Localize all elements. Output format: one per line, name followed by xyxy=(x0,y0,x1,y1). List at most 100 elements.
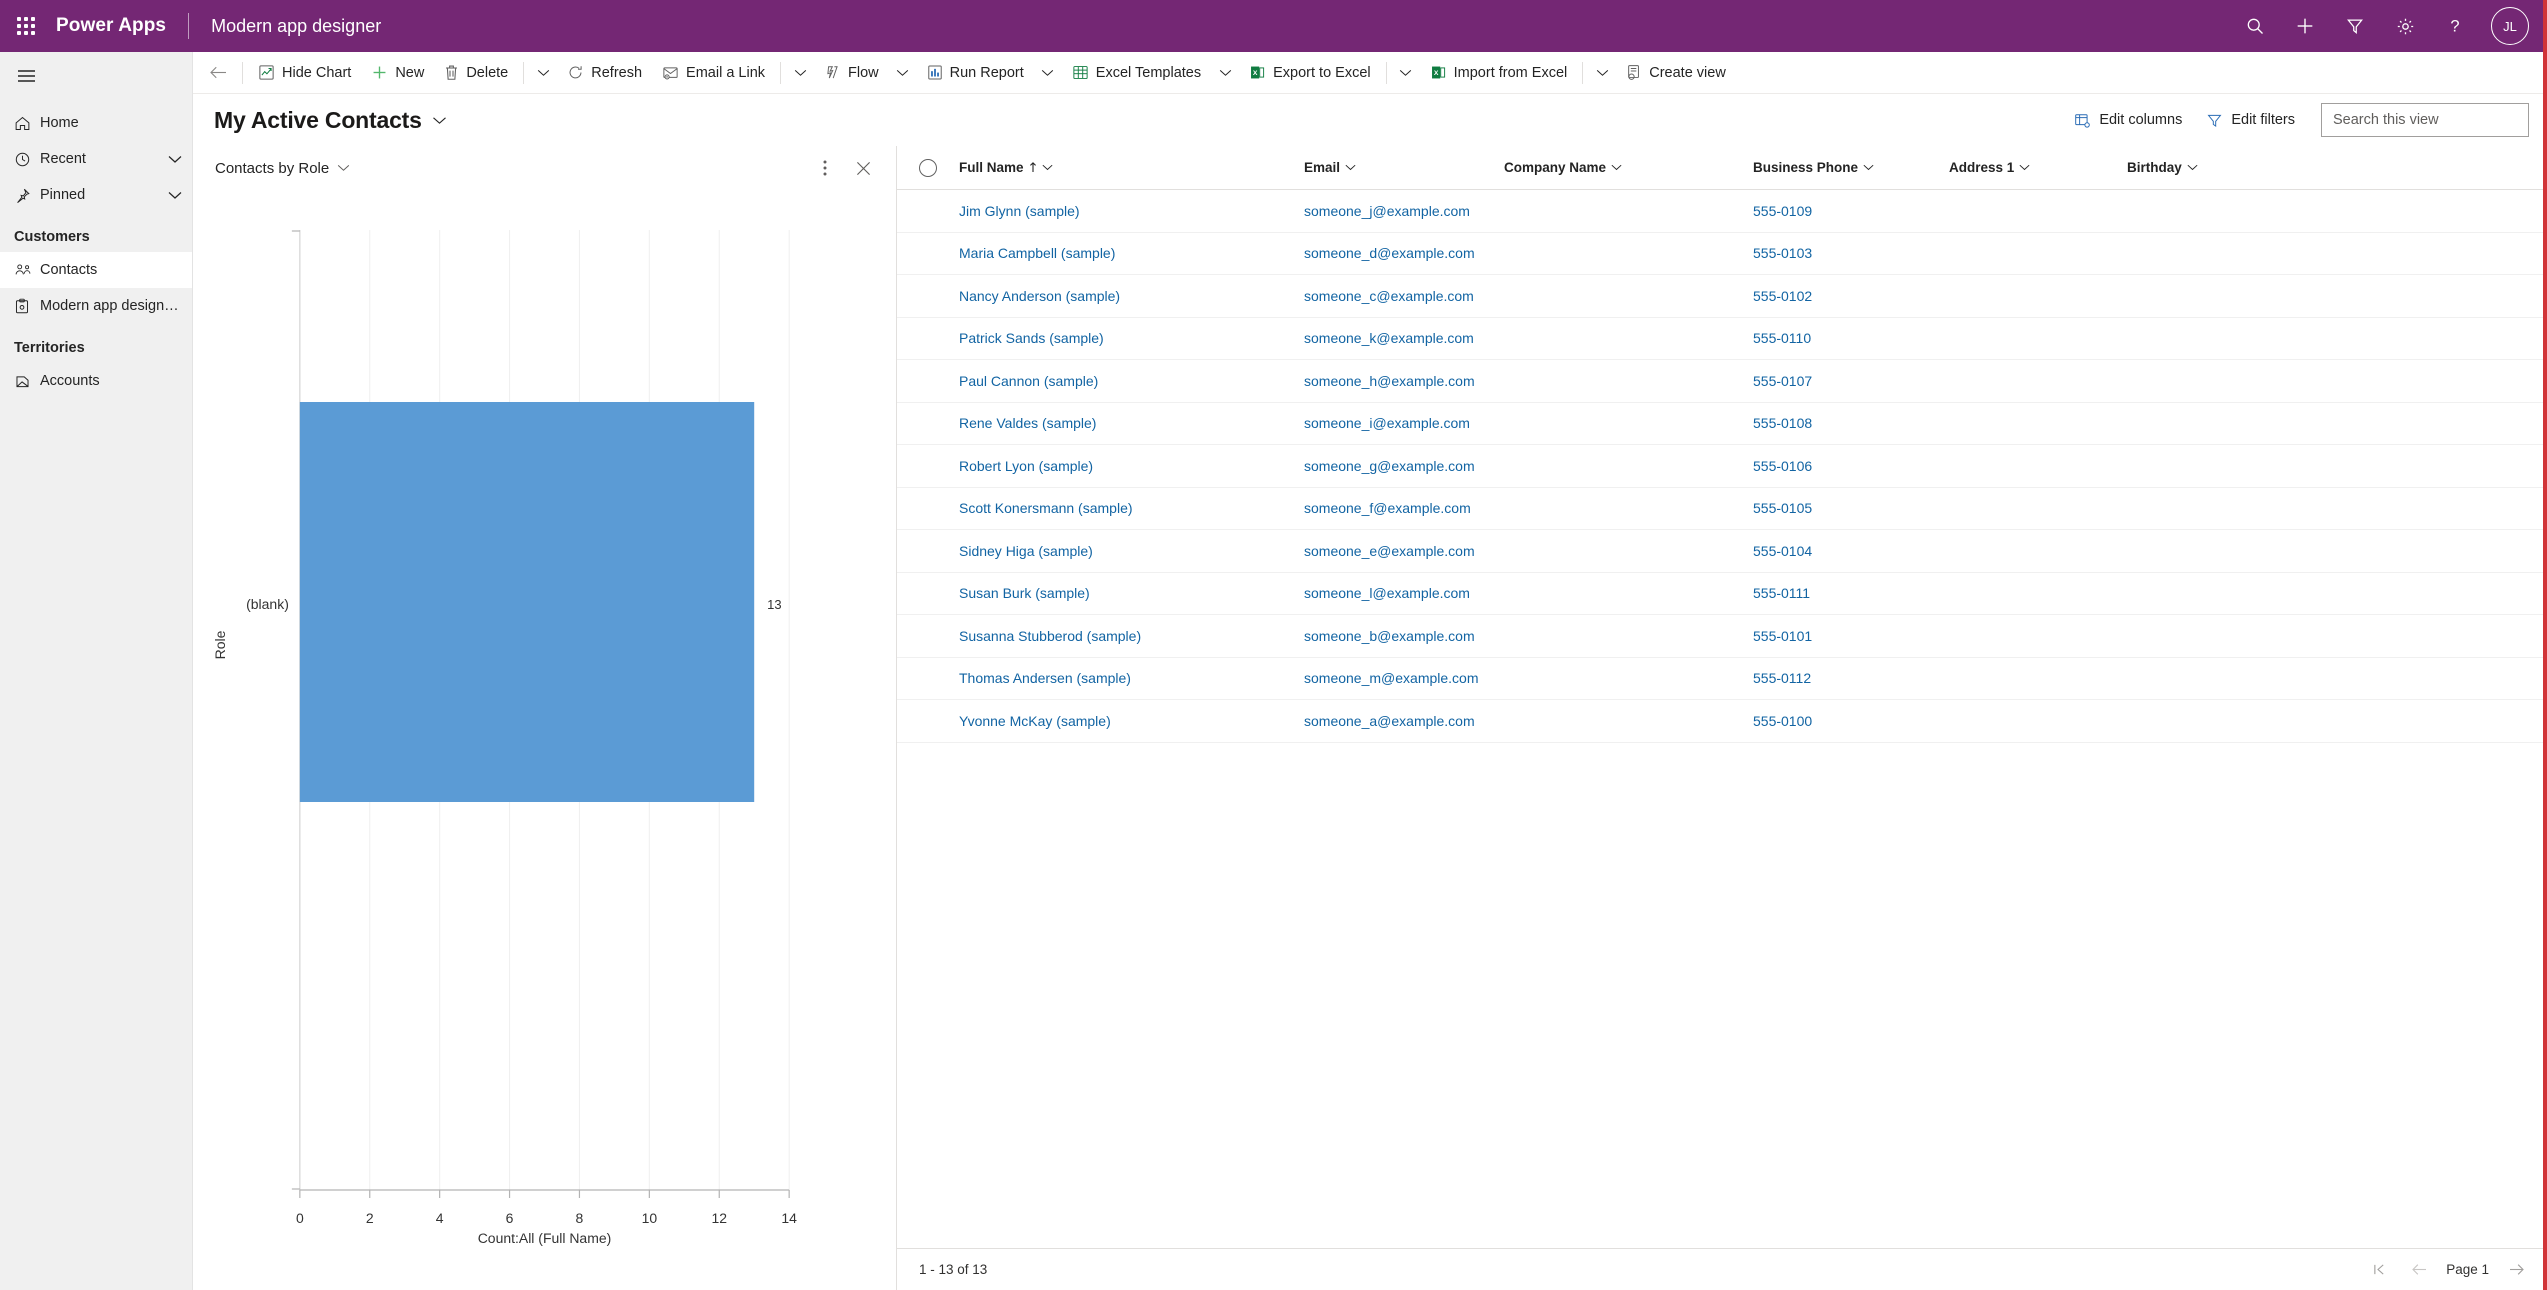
table-row[interactable]: Sidney Higa (sample) someone_e@example.co… xyxy=(897,530,2547,573)
export-to-excel-caret[interactable] xyxy=(1392,54,1420,92)
brand-title[interactable]: Power Apps xyxy=(52,15,166,37)
cell-business-phone[interactable]: 555-0107 xyxy=(1753,373,1949,389)
excel-templates-button[interactable]: Excel Templates xyxy=(1062,54,1211,92)
cell-full-name[interactable]: Scott Konersmann (sample) xyxy=(959,500,1304,516)
cell-full-name[interactable]: Robert Lyon (sample) xyxy=(959,458,1304,474)
help-button[interactable]: ? xyxy=(2431,2,2479,50)
cell-email[interactable]: someone_c@example.com xyxy=(1304,288,1504,304)
flow-button[interactable]: Flow xyxy=(814,54,889,92)
cell-full-name[interactable]: Nancy Anderson (sample) xyxy=(959,288,1304,304)
sidebar-item-modern-app-designer[interactable]: Modern app designe... xyxy=(0,288,192,324)
cell-email[interactable]: someone_l@example.com xyxy=(1304,585,1504,601)
avatar[interactable]: JL xyxy=(2491,7,2529,45)
filter-button[interactable] xyxy=(2331,2,2379,50)
flow-caret[interactable] xyxy=(889,54,917,92)
table-row[interactable]: Susan Burk (sample) someone_l@example.com… xyxy=(897,573,2547,615)
cell-full-name[interactable]: Thomas Andersen (sample) xyxy=(959,670,1304,686)
cell-business-phone[interactable]: 555-0105 xyxy=(1753,500,1949,516)
table-row[interactable]: Patrick Sands (sample) someone_k@example.… xyxy=(897,318,2547,360)
cell-email[interactable]: someone_i@example.com xyxy=(1304,415,1504,431)
cell-email[interactable]: someone_h@example.com xyxy=(1304,373,1504,389)
search-view-box[interactable] xyxy=(2321,103,2529,137)
cell-full-name[interactable]: Susanna Stubberod (sample) xyxy=(959,628,1304,644)
table-row[interactable]: Nancy Anderson (sample) someone_c@example… xyxy=(897,275,2547,318)
chart-more-options-button[interactable] xyxy=(810,153,840,183)
chart-plot-area[interactable]: 13 (blank) Role 0 2 4 6 8 10 12 14 Count… xyxy=(193,190,896,1290)
sitemap-toggle-button[interactable] xyxy=(0,56,192,96)
sidebar-item-accounts[interactable]: Accounts xyxy=(0,363,192,399)
cell-email[interactable]: someone_g@example.com xyxy=(1304,458,1504,474)
sidebar-item-recent[interactable]: Recent xyxy=(0,141,192,177)
cell-business-phone[interactable]: 555-0104 xyxy=(1753,543,1949,559)
table-row[interactable]: Robert Lyon (sample) someone_g@example.co… xyxy=(897,445,2547,488)
cell-business-phone[interactable]: 555-0108 xyxy=(1753,415,1949,431)
create-view-button[interactable]: Create view xyxy=(1616,54,1736,92)
back-button[interactable] xyxy=(199,54,237,92)
cell-full-name[interactable]: Susan Burk (sample) xyxy=(959,585,1304,601)
cell-business-phone[interactable]: 555-0100 xyxy=(1753,713,1949,729)
first-page-button[interactable] xyxy=(2366,1257,2392,1283)
chevron-down-icon[interactable] xyxy=(168,191,182,200)
cell-business-phone[interactable]: 555-0111 xyxy=(1753,585,1949,601)
export-to-excel-button[interactable]: X Export to Excel xyxy=(1239,54,1381,92)
column-header-email[interactable]: Email xyxy=(1304,160,1504,175)
table-row[interactable]: Rene Valdes (sample) someone_i@example.co… xyxy=(897,403,2547,445)
chevron-down-icon[interactable] xyxy=(168,155,182,164)
cell-full-name[interactable]: Maria Campbell (sample) xyxy=(959,245,1304,261)
table-row[interactable]: Maria Campbell (sample) someone_d@example… xyxy=(897,233,2547,275)
column-header-birthday[interactable]: Birthday xyxy=(2127,160,2547,175)
cell-business-phone[interactable]: 555-0110 xyxy=(1753,330,1949,346)
column-header-address1[interactable]: Address 1 xyxy=(1949,160,2127,175)
sidebar-item-contacts[interactable]: Contacts xyxy=(0,252,192,288)
email-a-link-caret[interactable] xyxy=(786,54,814,92)
edit-columns-button[interactable]: Edit columns xyxy=(2064,103,2192,137)
cell-business-phone[interactable]: 555-0103 xyxy=(1753,245,1949,261)
cell-email[interactable]: someone_b@example.com xyxy=(1304,628,1504,644)
column-header-full-name[interactable]: Full Name xyxy=(959,160,1304,175)
cell-email[interactable]: someone_a@example.com xyxy=(1304,713,1504,729)
cell-full-name[interactable]: Patrick Sands (sample) xyxy=(959,330,1304,346)
delete-overflow-caret[interactable] xyxy=(529,54,557,92)
settings-button[interactable] xyxy=(2381,2,2429,50)
table-row[interactable]: Paul Cannon (sample) someone_h@example.co… xyxy=(897,360,2547,403)
run-report-caret[interactable] xyxy=(1034,54,1062,92)
cell-email[interactable]: someone_f@example.com xyxy=(1304,500,1504,516)
cell-business-phone[interactable]: 555-0106 xyxy=(1753,458,1949,474)
sidebar-item-pinned[interactable]: Pinned xyxy=(0,177,192,213)
cell-business-phone[interactable]: 555-0109 xyxy=(1753,203,1949,219)
chart-bar-blank[interactable] xyxy=(299,402,755,802)
excel-templates-caret[interactable] xyxy=(1211,54,1239,92)
view-selector-button[interactable] xyxy=(432,116,447,125)
table-row[interactable]: Yvonne McKay (sample) someone_a@example.c… xyxy=(897,700,2547,743)
quick-create-button[interactable] xyxy=(2281,2,2329,50)
table-row[interactable]: Thomas Andersen (sample) someone_m@exampl… xyxy=(897,658,2547,700)
column-header-business-phone[interactable]: Business Phone xyxy=(1753,160,1949,175)
next-page-button[interactable] xyxy=(2503,1257,2529,1283)
new-button[interactable]: New xyxy=(361,54,434,92)
table-row[interactable]: Susanna Stubberod (sample) someone_b@exam… xyxy=(897,615,2547,658)
cell-business-phone[interactable]: 555-0112 xyxy=(1753,670,1949,686)
import-from-excel-caret[interactable] xyxy=(1588,54,1616,92)
cell-business-phone[interactable]: 555-0101 xyxy=(1753,628,1949,644)
cell-email[interactable]: someone_d@example.com xyxy=(1304,245,1504,261)
cell-email[interactable]: someone_e@example.com xyxy=(1304,543,1504,559)
chart-close-button[interactable] xyxy=(848,153,878,183)
contacts-by-role-bar-chart[interactable]: 13 (blank) Role 0 2 4 6 8 10 12 14 Count… xyxy=(193,190,896,1290)
refresh-button[interactable]: Refresh xyxy=(557,54,652,92)
column-header-company-name[interactable]: Company Name xyxy=(1504,160,1753,175)
import-from-excel-button[interactable]: X Import from Excel xyxy=(1420,54,1578,92)
search-button[interactable] xyxy=(2231,2,2279,50)
cell-full-name[interactable]: Paul Cannon (sample) xyxy=(959,373,1304,389)
cell-email[interactable]: someone_m@example.com xyxy=(1304,670,1504,686)
table-row[interactable]: Jim Glynn (sample) someone_j@example.com 5… xyxy=(897,190,2547,233)
sidebar-item-home[interactable]: Home xyxy=(0,105,192,141)
cell-email[interactable]: someone_j@example.com xyxy=(1304,203,1504,219)
edit-filters-button[interactable]: Edit filters xyxy=(2196,103,2305,137)
cell-full-name[interactable]: Rene Valdes (sample) xyxy=(959,415,1304,431)
run-report-button[interactable]: Run Report xyxy=(917,54,1034,92)
cell-full-name[interactable]: Jim Glynn (sample) xyxy=(959,203,1304,219)
cell-full-name[interactable]: Yvonne McKay (sample) xyxy=(959,713,1304,729)
select-all-cell[interactable] xyxy=(897,158,959,177)
table-row[interactable]: Scott Konersmann (sample) someone_f@examp… xyxy=(897,488,2547,530)
email-a-link-button[interactable]: Email a Link xyxy=(652,54,775,92)
